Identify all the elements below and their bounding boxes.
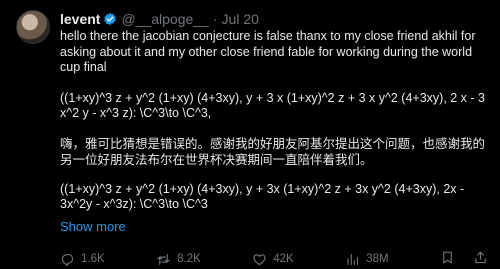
reply-icon bbox=[61, 253, 74, 266]
repost-button[interactable]: 8.2K bbox=[156, 252, 201, 267]
action-bar: 1.6K 8.2K 42K 38M bbox=[60, 250, 488, 268]
post-text-paragraph-4: ((1+xy)^3 z + y^2 (1+xy) (4+3xy), y + 3x… bbox=[60, 181, 465, 212]
reply-count: 1.6K bbox=[81, 253, 105, 265]
verified-badge-icon bbox=[103, 12, 117, 26]
analytics-icon bbox=[347, 253, 359, 265]
secondary-actions bbox=[440, 250, 488, 268]
author-name[interactable]: levent bbox=[60, 10, 100, 28]
repost-count: 8.2K bbox=[177, 253, 201, 265]
post-text-paragraph-3: 嗨，雅可比猜想是错误的。感谢我的好朋友阿基尔提出这个问题，也感谢我的另一位好朋友… bbox=[60, 136, 486, 167]
post-date[interactable]: Jul 20 bbox=[222, 10, 259, 28]
post-text-paragraph-2: ((1+xy)^3 z + y^2 (1+xy) (4+3xy), y + 3 … bbox=[60, 90, 485, 121]
views-count: 38M bbox=[366, 253, 389, 265]
heart-icon bbox=[253, 253, 266, 265]
like-count: 42K bbox=[273, 253, 294, 265]
reply-button[interactable]: 1.6K bbox=[60, 252, 105, 267]
views-button[interactable]: 38M bbox=[345, 252, 389, 267]
post-text-paragraph-1: hello there the jacobian conjecture is f… bbox=[60, 29, 476, 74]
like-button[interactable]: 42K bbox=[252, 252, 294, 267]
show-more-link[interactable]: Show more bbox=[60, 219, 488, 235]
author-handle[interactable]: @__alpoge__ bbox=[121, 10, 208, 28]
post-card[interactable]: levent @__alpoge__ · Jul 20 hello there … bbox=[0, 0, 500, 269]
share-button[interactable] bbox=[473, 250, 488, 268]
post-header: levent @__alpoge__ · Jul 20 bbox=[60, 10, 488, 28]
header-separator: · bbox=[212, 11, 218, 27]
repost-icon bbox=[157, 253, 170, 265]
post-content: levent @__alpoge__ · Jul 20 hello there … bbox=[60, 10, 488, 266]
bookmark-button[interactable] bbox=[440, 250, 455, 268]
share-icon bbox=[475, 251, 486, 264]
bookmark-icon bbox=[443, 251, 452, 264]
avatar[interactable] bbox=[16, 10, 50, 44]
